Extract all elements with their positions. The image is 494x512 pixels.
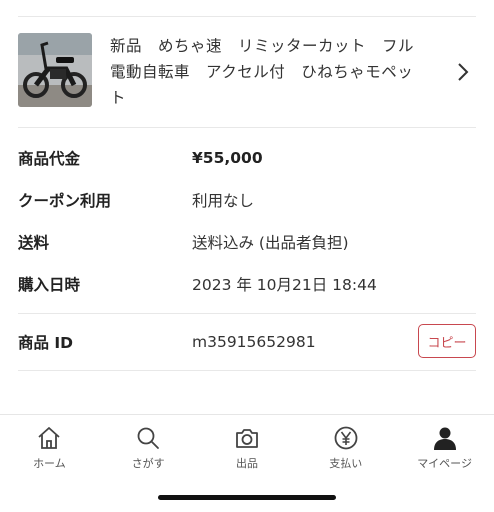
home-indicator[interactable] bbox=[158, 495, 336, 500]
camera-icon bbox=[236, 429, 258, 448]
item-id-value: m35915652981 bbox=[192, 333, 316, 351]
person-icon bbox=[433, 427, 456, 450]
tab-payment[interactable]: 支払い bbox=[296, 415, 395, 475]
detail-value: ¥55,000 bbox=[192, 149, 263, 167]
tab-label: 出品 bbox=[235, 457, 258, 470]
tab-home[interactable]: ホーム bbox=[0, 415, 99, 475]
chevron-right-icon[interactable] bbox=[454, 61, 472, 83]
tab-sell[interactable]: 出品 bbox=[198, 415, 297, 475]
detail-value: 利用なし bbox=[192, 192, 255, 210]
divider bbox=[18, 127, 476, 128]
search-icon bbox=[137, 427, 160, 449]
tab-search[interactable]: さがす bbox=[99, 415, 198, 475]
tab-label: ホーム bbox=[33, 457, 66, 470]
tab-bar: ホーム さがす 出品 支払い マイページ bbox=[0, 414, 494, 475]
copy-button[interactable]: コピー bbox=[418, 324, 476, 358]
detail-row-price: 商品代金 ¥55,000 bbox=[18, 143, 476, 173]
divider bbox=[18, 313, 476, 314]
detail-value: 2023 年 10月21日 18:44 bbox=[192, 276, 377, 294]
product-summary[interactable]: 新品 めちゃ速 リミッターカット フル電動自転車 アクセル付 ひねちゃモペット bbox=[18, 33, 476, 111]
detail-row-shipping: 送料 送料込み (出品者負担) bbox=[18, 227, 476, 257]
tab-mypage[interactable]: マイページ bbox=[395, 415, 494, 475]
detail-row-coupon: クーポン利用 利用なし bbox=[18, 185, 476, 215]
tab-label: マイページ bbox=[417, 457, 472, 470]
detail-label: 商品代金 bbox=[18, 150, 81, 168]
home-icon bbox=[38, 427, 60, 449]
top-divider bbox=[18, 16, 476, 17]
detail-value: 送料込み (出品者負担) bbox=[192, 234, 349, 252]
tab-label: さがす bbox=[131, 457, 165, 470]
detail-label: クーポン利用 bbox=[18, 192, 112, 210]
tab-label: 支払い bbox=[329, 457, 363, 470]
yen-icon bbox=[334, 426, 358, 450]
detail-label: 送料 bbox=[18, 234, 50, 252]
detail-row-item-id: 商品 ID m35915652981 コピー bbox=[18, 324, 476, 358]
item-id-label: 商品 ID bbox=[18, 334, 74, 352]
divider bbox=[18, 370, 476, 371]
product-thumbnail[interactable] bbox=[18, 33, 92, 107]
product-title: 新品 めちゃ速 リミッターカット フル電動自転車 アクセル付 ひねちゃモペット bbox=[110, 37, 415, 107]
detail-row-purchase-date: 購入日時 2023 年 10月21日 18:44 bbox=[18, 269, 476, 299]
detail-label: 購入日時 bbox=[18, 276, 81, 294]
